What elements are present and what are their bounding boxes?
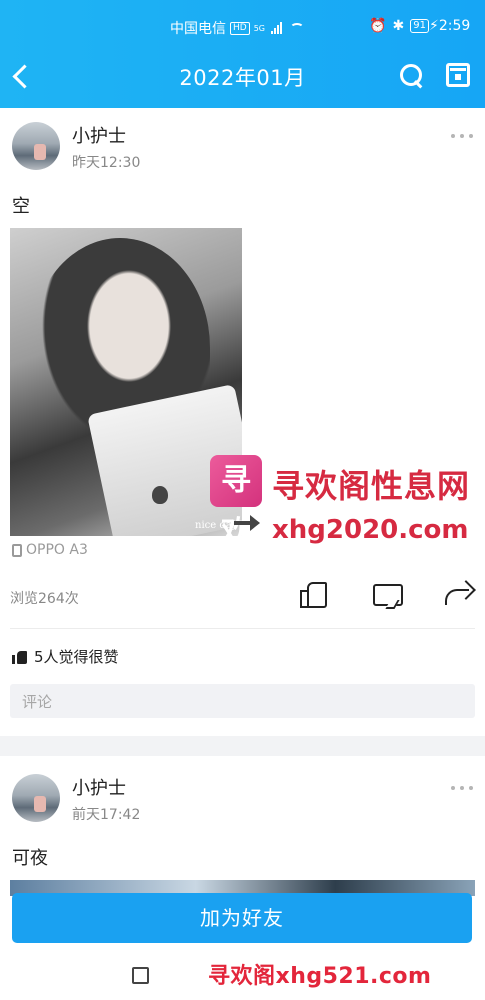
watermark-bottom: 寻欢阁xhg521.com	[208, 964, 432, 989]
post-photo[interactable]: nice day	[10, 228, 242, 536]
arrow-icon	[234, 515, 260, 531]
system-nav-bar: 寻欢阁xhg521.com	[0, 948, 485, 1000]
watermark-logo: 寻欢	[210, 455, 262, 550]
hd-badge: HD	[230, 21, 250, 35]
search-icon[interactable]	[398, 62, 426, 90]
alarm-icon: ⏰	[369, 18, 387, 34]
watermark-overlay: 寻欢 寻欢阁性息网 xhg2020.com	[210, 455, 485, 555]
clock-time: 2:59	[438, 18, 471, 34]
post-time: 昨天12:30	[72, 155, 141, 171]
post-time: 前天17:42	[72, 807, 141, 823]
top-bar: 中国电信 HD 5G ⏰ ✱ 91 ⚡2:59 2022年01月	[0, 0, 485, 108]
avatar[interactable]	[12, 122, 60, 170]
bluetooth-icon: ✱	[392, 18, 405, 34]
wifi-icon	[290, 23, 304, 33]
likes-summary: 5人觉得很赞	[12, 646, 119, 667]
post-username[interactable]: 小护士	[72, 122, 126, 148]
like-icon[interactable]	[296, 578, 330, 612]
carrier-info: 中国电信 HD 5G	[170, 18, 304, 38]
status-icons: ⏰ ✱ 91	[369, 18, 429, 34]
battery-icon: 91	[410, 19, 429, 33]
add-friend-button[interactable]: 加为好友	[12, 893, 472, 943]
app-root: 中国电信 HD 5G ⏰ ✱ 91 ⚡2:59 2022年01月 小护士 昨天1…	[0, 0, 485, 1000]
device-info: OPPO A3	[12, 542, 88, 558]
divider	[10, 628, 475, 629]
device-name: OPPO A3	[26, 542, 88, 558]
watermark-url: xhg2020.com	[272, 515, 469, 545]
signal-icon	[271, 22, 282, 34]
view-count: 浏览264次	[10, 591, 79, 607]
status-bar: 中国电信 HD 5G ⏰ ✱ 91 ⚡2:59	[0, 18, 485, 42]
comment-input[interactable]: 评论	[10, 684, 475, 718]
phone-icon	[12, 543, 22, 557]
avatar[interactable]	[12, 774, 60, 822]
share-icon[interactable]	[442, 578, 476, 612]
likes-text: 5人觉得很赞	[34, 648, 119, 666]
watermark-title: 寻欢阁性息网	[272, 467, 471, 505]
clock: ⚡2:59	[429, 18, 471, 34]
more-icon[interactable]	[451, 134, 473, 140]
nav-bar: 2022年01月	[0, 56, 485, 96]
post-text: 空	[12, 196, 30, 217]
comment-icon[interactable]	[370, 578, 404, 612]
recent-apps-icon[interactable]	[132, 967, 149, 984]
carrier-name: 中国电信	[170, 21, 226, 37]
apple-logo-icon	[152, 486, 168, 504]
calendar-icon[interactable]	[446, 63, 470, 87]
post-card: 小护士 昨天12:30 空 nice day OPPO A3 浏览264次 5人…	[0, 108, 485, 736]
post-username[interactable]: 小护士	[72, 774, 126, 800]
network-type: 5G	[253, 23, 265, 33]
post-text: 可夜	[12, 848, 48, 869]
thumbs-up-icon	[12, 650, 28, 664]
more-icon[interactable]	[451, 786, 473, 792]
